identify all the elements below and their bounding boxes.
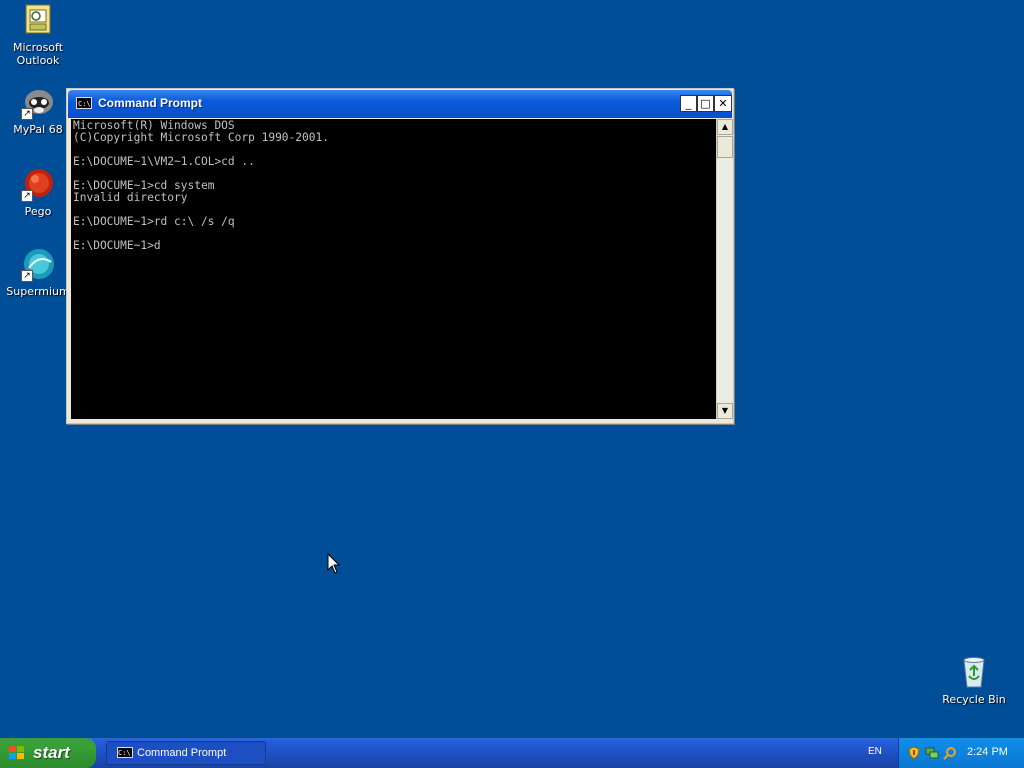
system-tray: 2:24 PM <box>898 738 1024 768</box>
taskbar-item-command-prompt[interactable]: C:\ Command Prompt <box>106 741 266 765</box>
console-icon: C:\ <box>117 747 133 758</box>
window-title: Command Prompt <box>98 96 203 110</box>
desktop-icon-label: Supermium <box>6 285 70 298</box>
mypal-icon: ↗ <box>21 86 55 120</box>
shortcut-arrow-icon: ↗ <box>21 190 33 202</box>
console-prompt-line: E:\DOCUME~1>d <box>73 239 161 252</box>
scroll-down-button[interactable]: ▼ <box>717 403 733 419</box>
console-line: E:\DOCUME~1>rd c:\ /s /q <box>73 215 235 228</box>
language-indicator[interactable]: EN <box>868 746 882 757</box>
minimize-button[interactable]: _ <box>680 95 697 112</box>
shortcut-arrow-icon: ↗ <box>21 108 33 120</box>
taskbar: start C:\ Command Prompt EN 2:24 PM <box>0 738 1024 768</box>
taskbar-item-label: Command Prompt <box>137 747 227 759</box>
console-line: Invalid directory <box>73 191 188 204</box>
console-line: E:\DOCUME~1\VM2~1.COL>cd .. <box>73 155 255 168</box>
desktop-icon-label: Recycle Bin <box>942 693 1006 706</box>
recycle-bin-icon <box>957 656 991 690</box>
start-button[interactable]: start <box>0 738 96 768</box>
desktop-icon-mypal[interactable]: ↗ MyPal 68 <box>0 86 76 136</box>
console-icon: C:\ <box>76 97 92 109</box>
clock[interactable]: 2:24 PM <box>967 746 1008 758</box>
desktop-icon-label: Pego <box>24 205 52 218</box>
start-label: start <box>33 743 70 762</box>
pego-icon: ↗ <box>21 168 55 202</box>
desktop-icon-pego[interactable]: ↗ Pego <box>0 168 76 218</box>
desktop-icon-outlook[interactable]: Microsoft Outlook <box>0 4 76 67</box>
desktop-icon-label: MyPal 68 <box>13 123 63 136</box>
vertical-scrollbar[interactable]: ▲ ▼ <box>716 119 733 419</box>
command-prompt-window[interactable]: C:\ Command Prompt _ □ ✕ Microsoft(R) Wi… <box>66 88 734 424</box>
desktop-icon-label: Outlook <box>16 54 60 67</box>
scroll-thumb[interactable] <box>717 136 733 158</box>
desktop-icon-supermium[interactable]: ↗ Supermium <box>0 248 76 298</box>
mouse-cursor-icon <box>327 553 341 574</box>
outlook-icon <box>21 4 55 38</box>
scroll-up-button[interactable]: ▲ <box>717 119 733 135</box>
supermium-icon: ↗ <box>21 248 55 282</box>
security-shield-icon[interactable] <box>907 745 921 760</box>
console-line: (C)Copyright Microsoft Corp 1990-2001. <box>73 131 329 144</box>
windows-flag-icon <box>9 746 25 760</box>
desktop-icon-recycle-bin[interactable]: Recycle Bin <box>936 656 1012 706</box>
shortcut-arrow-icon: ↗ <box>21 270 33 282</box>
window-titlebar[interactable]: C:\ Command Prompt _ □ ✕ <box>68 90 732 118</box>
network-icon[interactable] <box>925 745 939 759</box>
search-icon[interactable] <box>943 745 957 760</box>
console-output[interactable]: Microsoft(R) Windows DOS (C)Copyright Mi… <box>71 119 716 419</box>
desktop-icon-label: Microsoft <box>12 41 64 54</box>
close-button[interactable]: ✕ <box>714 95 732 112</box>
maximize-button[interactable]: □ <box>697 95 714 112</box>
